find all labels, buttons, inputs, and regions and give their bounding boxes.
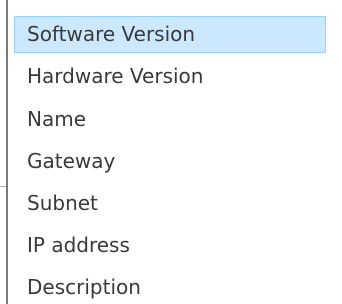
list-item-gateway[interactable]: Gateway — [14, 143, 326, 180]
list-item-software-version[interactable]: Software Version — [14, 16, 326, 53]
dropdown-list-window: Software Version Hardware Version Name G… — [0, 0, 342, 304]
list-item-description[interactable]: Description — [14, 269, 326, 304]
list-item-ip-address[interactable]: IP address — [14, 227, 326, 264]
option-list: Software Version Hardware Version Name G… — [8, 0, 342, 304]
list-item-hardware-version[interactable]: Hardware Version — [14, 58, 326, 95]
list-item-subnet[interactable]: Subnet — [14, 185, 326, 222]
border-tick — [0, 186, 6, 187]
list-item-name[interactable]: Name — [14, 101, 326, 138]
